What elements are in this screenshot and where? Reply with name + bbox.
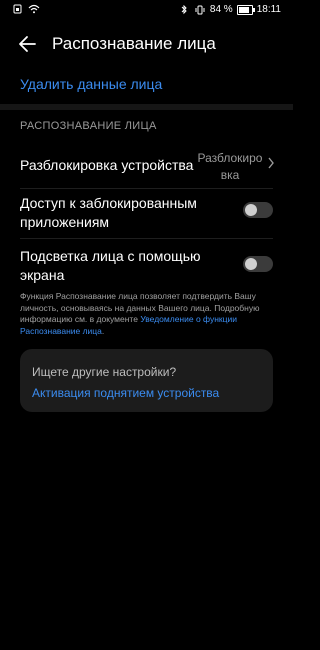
toggle-knob [245,204,257,216]
locked-apps-access-title-line1: Доступ к заблокированным [20,195,197,211]
screen-illumination-toggle[interactable] [243,256,273,272]
toggle-knob [245,258,257,270]
screen-illumination-title: Подсветка лица с помощью экрана [20,247,220,285]
status-bar: 84 % 18:11 [0,0,293,22]
footnote-end: . [101,325,105,336]
footnote: Функция Распознавание лица позволяет под… [20,291,275,337]
status-time: 18:11 [256,4,281,15]
locked-apps-access-toggle[interactable] [243,202,273,218]
screen-illumination-title-line2: экрана [20,267,65,283]
bluetooth-icon [181,4,187,14]
screen-illumination-title-line1: Подсветка лица с помощью [20,248,201,264]
device-unlock-value-line1: Разблокиро [197,151,263,165]
page-title: Распознавание лица [52,34,216,53]
device-unlock-value-line2: вка [220,168,240,182]
raise-to-wake-link[interactable]: Активация поднятием устройства [32,386,219,400]
battery-icon [236,4,255,15]
wifi-icon [28,4,40,14]
status-right: 84 % 18:11 [178,4,281,15]
row-separator [20,188,273,189]
chevron-right-icon [268,157,274,169]
arrow-left-icon[interactable] [18,34,38,54]
locked-apps-access-title: Доступ к заблокированным приложениям [20,194,220,232]
device-unlock-value: Разблокиро вка [195,150,265,184]
vibrate-icon [195,5,205,14]
battery-level [238,6,249,13]
locked-apps-access-title-line2: приложениям [20,214,110,230]
row-separator [20,238,273,239]
other-settings-card: Ищете другие настройки? Активация поднят… [20,349,273,412]
card-title: Ищете другие настройки? [32,365,177,379]
app-bar: Распознавание лица [0,28,293,60]
delete-face-data-button[interactable]: Удалить данные лица [20,76,162,92]
section-header: РАСПОЗНАВАНИЕ ЛИЦА [20,120,157,132]
status-left [12,4,40,14]
section-divider [0,104,293,110]
sim-icon [13,4,22,14]
device-unlock-title: Разблокировка устройства [20,157,194,173]
battery-percent: 84 % [209,4,233,15]
